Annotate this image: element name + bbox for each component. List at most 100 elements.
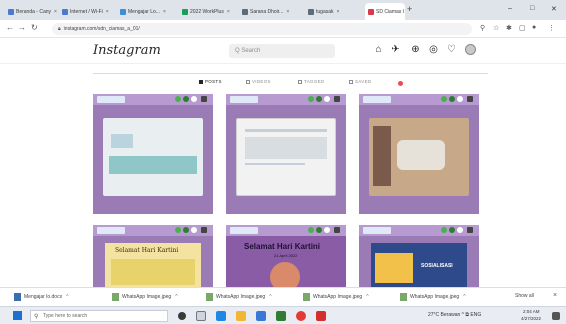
tab-label: SD Ciamas I [376, 8, 405, 15]
browser-tab[interactable]: Internet / Wi-Fi × [62, 4, 117, 20]
school-logo [363, 96, 391, 103]
post-tile[interactable] [226, 94, 346, 214]
badge-icon [334, 227, 340, 233]
download-item[interactable]: WhatsApp Image.jpeg ^ [112, 293, 178, 301]
maximize-button[interactable]: □ [530, 5, 534, 12]
home-icon[interactable]: ⌂ [373, 44, 384, 55]
photo-screen-bar [245, 129, 327, 132]
tab-divider [93, 73, 488, 74]
file-explorer-icon[interactable] [236, 311, 246, 321]
cortana-icon[interactable] [178, 312, 186, 320]
system-tray[interactable]: 27°C Berawan ^ ⧉ ENG [428, 312, 481, 318]
minimize-button[interactable]: – [508, 5, 512, 12]
clock-time[interactable]: 2:04 AM [523, 309, 540, 314]
download-name: WhatsApp Image.jpeg [216, 294, 266, 300]
browser-tab[interactable]: 2022 WorkPlus × [182, 4, 238, 20]
post-photo: Selamat Hari Kartini 21 April 2022 [226, 236, 346, 287]
tab-close-icon[interactable]: × [286, 9, 289, 15]
tab-close-icon[interactable]: × [337, 9, 340, 15]
search-input[interactable]: Q Search [229, 44, 335, 58]
photo-screen-bar [245, 163, 305, 165]
badge-icon [457, 96, 463, 102]
store-icon[interactable] [256, 311, 266, 321]
tab-posts[interactable]: POSTS [199, 79, 222, 84]
profile-icon[interactable]: ● [532, 24, 536, 31]
download-item[interactable]: Mengajar lo.docx ^ [14, 293, 68, 301]
task-view-icon[interactable] [196, 311, 206, 321]
tab-videos[interactable]: VIDEOS [246, 79, 271, 84]
post-tile[interactable]: Selamat Hari Kartini [93, 225, 213, 287]
chevron-up-icon[interactable]: ^ [175, 294, 177, 300]
tab-close-icon[interactable]: × [227, 9, 230, 15]
browser-tab[interactable]: Mengajar Lo... × [120, 4, 178, 20]
address-bar[interactable]: 🔒︎ instagram.com/sdn_ciamas_a_01/ [52, 23, 472, 35]
browser-tab[interactable]: Beranda - Cany × [8, 4, 58, 20]
post-tile[interactable]: Selamat Hari Kartini 21 April 2022 [226, 225, 346, 287]
school-logo [230, 96, 258, 103]
downloads-bar: Mengajar lo.docx ^ WhatsApp Image.jpeg ^… [0, 287, 566, 306]
messenger-icon[interactable]: ✈ [390, 44, 401, 55]
download-item[interactable]: WhatsApp Image.jpeg ^ [206, 293, 272, 301]
post-tile[interactable] [93, 94, 213, 214]
tab-favicon-icon [120, 9, 126, 15]
avatar[interactable] [465, 44, 476, 55]
show-all-button[interactable]: Show all [515, 293, 534, 299]
reload-icon[interactable]: ↻ [31, 23, 38, 32]
edge-icon[interactable] [216, 311, 226, 321]
photo-table [109, 156, 197, 174]
tab-close-icon[interactable]: × [106, 9, 109, 15]
app-icon[interactable] [316, 311, 326, 321]
instagram-logo[interactable]: Instagram [93, 43, 161, 58]
tab-saved-label: SAVED [355, 79, 372, 84]
windows-start-icon[interactable] [13, 311, 22, 320]
browser-tab[interactable]: tugasak × [308, 4, 360, 20]
post-photo [236, 118, 336, 196]
clock-date[interactable]: 4/27/2022 [521, 316, 541, 321]
post-tile[interactable]: SOSIALISASI [359, 225, 479, 287]
badge-icon [183, 227, 189, 233]
close-icon[interactable]: × [553, 292, 557, 299]
tab-label: 2022 WorkPlus [190, 9, 224, 15]
chevron-up-icon[interactable]: ^ [366, 294, 368, 300]
tab-close-icon[interactable]: × [163, 9, 166, 15]
grid-icon [199, 79, 203, 84]
new-tab-button[interactable]: + [407, 4, 412, 14]
photo-door [373, 126, 391, 186]
chevron-up-icon[interactable]: ^ [66, 294, 68, 300]
menu-icon[interactable]: ⋮ [548, 24, 555, 32]
heart-icon[interactable]: ♡ [446, 44, 457, 55]
tab-close-icon[interactable]: × [54, 9, 57, 15]
badge-icon [324, 227, 330, 233]
browser-tab-active[interactable]: SD Ciamas I × [365, 3, 405, 20]
tab-posts-label: POSTS [205, 79, 222, 84]
back-arrow-icon[interactable]: ← [6, 23, 14, 32]
badge-icon [467, 227, 473, 233]
download-item[interactable]: WhatsApp Image.jpeg ^ [303, 293, 369, 301]
chrome-icon[interactable] [296, 311, 306, 321]
post-banner [226, 225, 346, 236]
puzzle-icon[interactable]: ✱ [506, 24, 512, 32]
tag-icon [298, 79, 302, 84]
search-placeholder: Q Search [235, 48, 261, 54]
tab-saved[interactable]: SAVED [349, 79, 371, 84]
download-item[interactable]: WhatsApp Image.jpeg ^ [400, 293, 466, 301]
extension-icon[interactable]: ⚲ [480, 24, 485, 32]
image-file-icon [112, 293, 119, 301]
notification-icon[interactable] [552, 312, 560, 320]
tab-search-icon[interactable]: ▢ [519, 24, 526, 32]
star-icon[interactable]: ☆ [493, 24, 499, 32]
taskbar-search-input[interactable]: ⚲ Type here to search [30, 310, 168, 322]
app-icon[interactable] [276, 311, 286, 321]
explore-icon[interactable]: ◎ [428, 44, 439, 55]
school-logo [230, 227, 258, 234]
post-banner [226, 94, 346, 105]
chevron-up-icon[interactable]: ^ [463, 294, 465, 300]
tab-tagged[interactable]: TAGGED [298, 79, 324, 84]
browser-tab[interactable]: Sarana Dhoir... × [242, 4, 304, 20]
close-window-button[interactable]: ✕ [551, 5, 557, 13]
image-file-icon [400, 293, 407, 301]
chevron-up-icon[interactable]: ^ [269, 294, 271, 300]
new-post-icon[interactable]: ⊕ [410, 44, 421, 55]
forward-arrow-icon[interactable]: → [18, 23, 26, 32]
post-tile[interactable] [359, 94, 479, 214]
